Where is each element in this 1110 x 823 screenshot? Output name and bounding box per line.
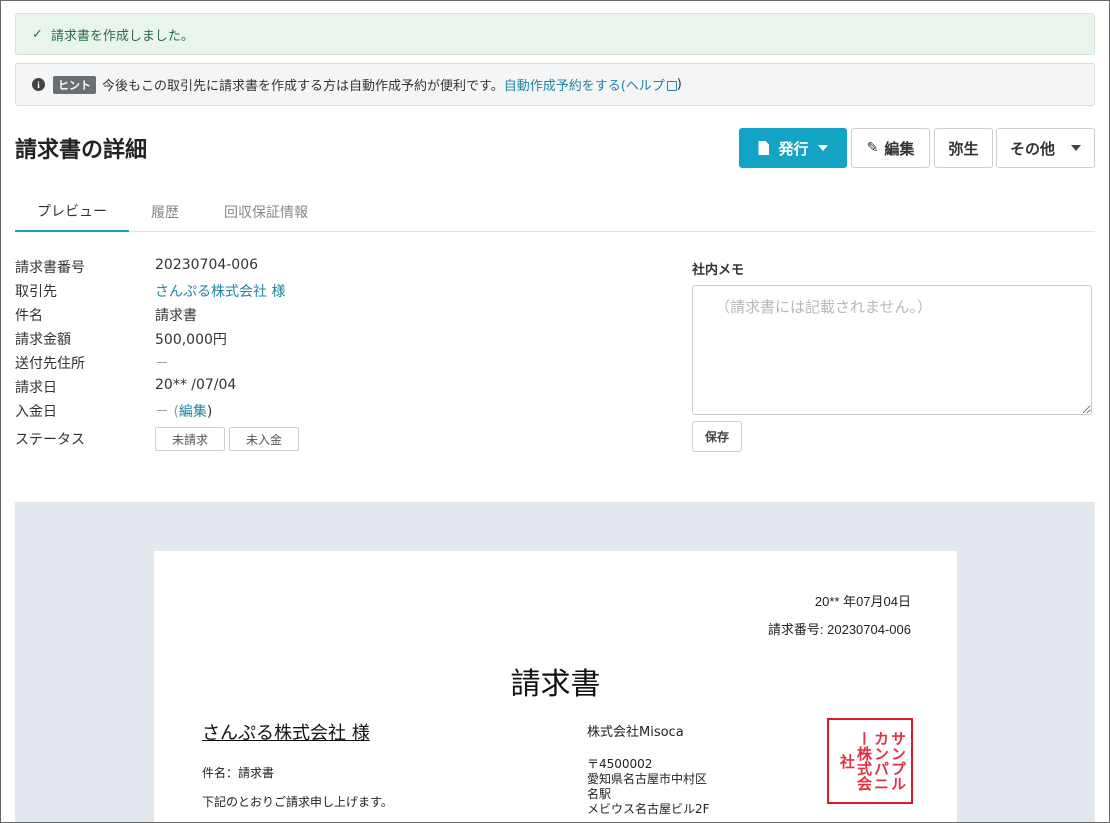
payment-date-empty: － ( (155, 404, 179, 420)
address-value: － (155, 356, 169, 372)
invoice-number: 請求番号: 20230704-006 (767, 622, 911, 637)
invoice-client: さんぷる株式会社 様 (202, 723, 370, 744)
company-seal: サンプルカンパニー株式会社 (827, 718, 913, 804)
detail-label: 請求日 (15, 380, 57, 396)
success-message: 請求書を作成しました。 (50, 28, 194, 44)
payment-edit-link[interactable]: 編集 (179, 404, 207, 420)
page-title: 請求書の詳細 (15, 138, 148, 163)
success-alert: ✓ 請求書を作成しました。 (15, 13, 1095, 55)
detail-label: 請求金額 (15, 332, 71, 348)
other-button-label: その他 (1009, 139, 1055, 158)
tab-history[interactable]: 履歴 (129, 192, 201, 232)
tab-guarantee-info[interactable]: 回収保証情報 (201, 192, 331, 232)
chevron-down-icon (1071, 145, 1081, 151)
subject-value: 請求書 (155, 308, 197, 324)
invoice-number-value: 20230704-006 (155, 257, 259, 273)
help-link-label: (ヘルプ (620, 79, 665, 94)
invoice-date-value: 20** /07/04 (155, 377, 237, 393)
document-icon (758, 141, 770, 155)
help-link[interactable]: (ヘルプ (621, 75, 677, 94)
detail-label: 送付先住所 (15, 356, 85, 372)
invoice-title: 請求書 (510, 667, 601, 702)
issue-button[interactable]: 発行 (739, 128, 847, 168)
pencil-icon: ✎ (866, 140, 879, 156)
detail-label: 入金日 (15, 404, 57, 420)
yayoi-button[interactable]: 弥生 (934, 128, 993, 168)
info-icon: i (32, 78, 45, 91)
edit-button-label: 編集 (884, 139, 915, 158)
hint-alert: i ヒント 今後もこの取引先に請求書を作成する方は自動作成予約が便利です。 自動… (15, 63, 1095, 106)
issuer-address-line: メビウス名古屋ビル2F (587, 802, 710, 816)
yayoi-button-label: 弥生 (948, 139, 979, 158)
status-badge-unpaid: 未入金 (229, 427, 299, 451)
edit-button[interactable]: ✎ 編集 (851, 128, 930, 168)
app-window: ✓ 請求書を作成しました。 i ヒント 今後もこの取引先に請求書を作成する方は自… (0, 0, 1110, 823)
invoice-paper: 20** 年07月04日 請求番号: 20230704-006 請求書 さんぷる… (154, 551, 957, 822)
detail-label: ステータス (15, 432, 85, 448)
payment-close-paren: ) (206, 404, 213, 420)
tab-bar: プレビュー 履歴 回収保証情報 (15, 192, 1095, 232)
payment-date-value: － (編集) (155, 401, 212, 421)
auto-create-link[interactable]: 自動作成予約をする (504, 75, 621, 94)
detail-label: 取引先 (15, 284, 57, 300)
help-close-paren: ) (676, 77, 682, 92)
seal-text: サンプルカンパニー株式会社 (838, 731, 906, 791)
issuer-company: 株式会社Misoca (587, 725, 684, 740)
hint-badge: ヒント (53, 75, 96, 94)
save-button[interactable]: 保存 (692, 421, 742, 452)
invoice-subject: 件名：請求書 (202, 766, 275, 780)
tab-preview[interactable]: プレビュー (15, 192, 129, 232)
external-link-icon (666, 81, 677, 91)
hint-message: 今後もこの取引先に請求書を作成する方は自動作成予約が便利です。 (102, 79, 504, 94)
status-badge-unbilled: 未請求 (155, 427, 225, 451)
check-icon: ✓ (32, 26, 43, 42)
memo-textarea[interactable] (692, 285, 1092, 415)
amount-value: 500,000円 (155, 332, 227, 348)
issue-button-label: 発行 (778, 139, 809, 158)
invoice-message: 下記のとおりご請求申し上げます。 (202, 795, 393, 809)
detail-label: 件名 (15, 308, 43, 324)
detail-label: 請求書番号 (15, 260, 85, 276)
client-link[interactable]: さんぷる株式会社 様 (155, 281, 285, 301)
memo-label: 社内メモ (692, 263, 745, 278)
invoice-date: 20** 年07月04日 (814, 594, 911, 609)
chevron-down-icon (817, 145, 828, 151)
other-button[interactable]: その他 (996, 128, 1095, 168)
